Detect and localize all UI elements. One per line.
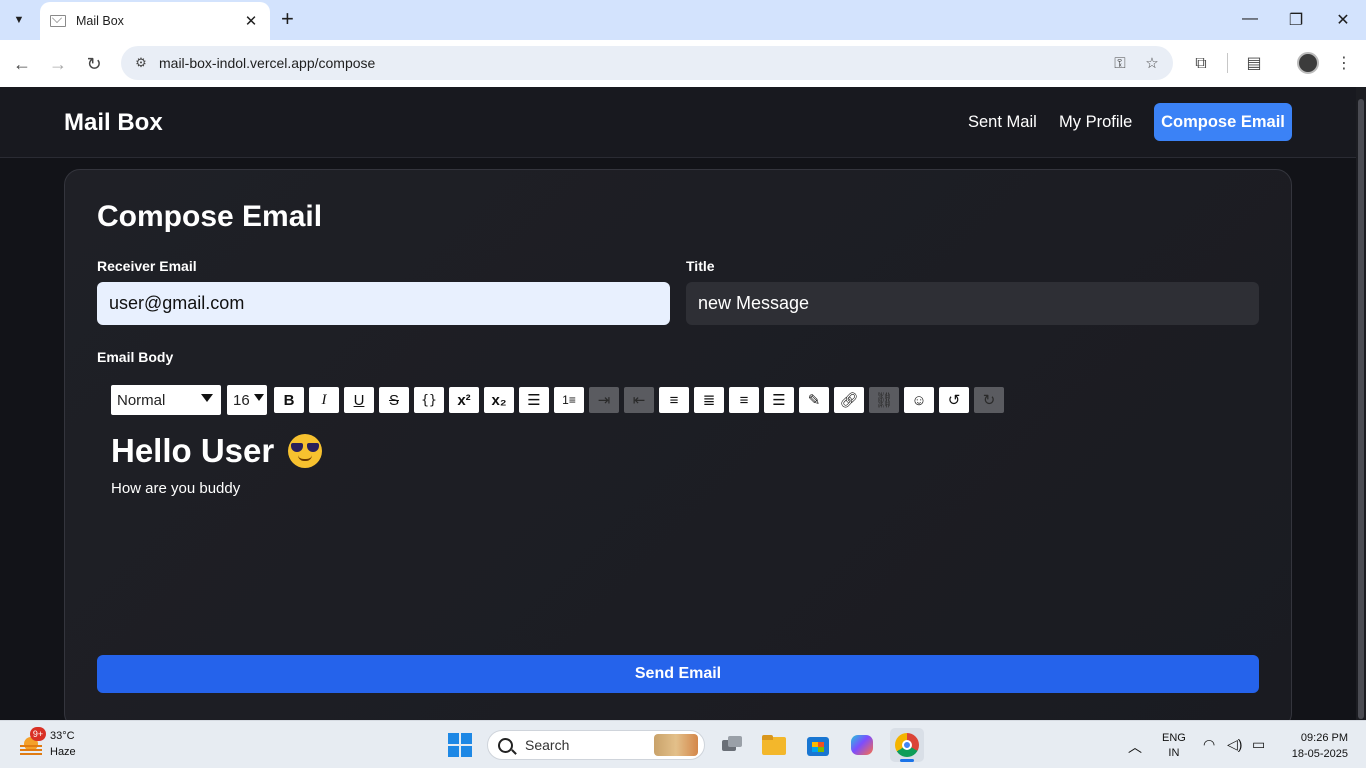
site-info-icon[interactable]: ⚙	[133, 55, 149, 71]
volume-icon[interactable]: ◁)	[1227, 736, 1242, 753]
back-icon[interactable]: ←	[11, 53, 33, 75]
send-email-button[interactable]: Send Email	[97, 655, 1259, 693]
indent-icon[interactable]: ⇥	[589, 387, 619, 413]
brand-logo[interactable]: Mail Box	[64, 109, 163, 137]
receiver-email-label: Receiver Email	[97, 258, 197, 274]
browser-toolbar: ← → ↻ ⚙ mail-box-indol.vercel.app/compos…	[0, 40, 1366, 87]
receiver-email-input[interactable]: user@gmail.com	[97, 282, 670, 325]
weather-badge: 9+	[30, 727, 46, 741]
title-input[interactable]: new Message	[686, 282, 1259, 325]
tab-close-icon[interactable]: ✕	[242, 12, 260, 30]
size-select-value: 16	[233, 391, 250, 409]
file-explorer-icon[interactable]	[759, 730, 789, 760]
align-left-icon[interactable]: ≡	[659, 387, 689, 413]
nav-sent-mail[interactable]: Sent Mail	[968, 113, 1037, 132]
sunglasses-emoji-icon	[288, 434, 323, 468]
clock-date: 18-05-2025	[1291, 748, 1348, 760]
profile-avatar[interactable]	[1297, 52, 1319, 74]
wifi-icon[interactable]: ◠	[1203, 736, 1215, 753]
address-bar[interactable]: ⚙ mail-box-indol.vercel.app/compose ⚿ ☆	[121, 46, 1173, 80]
search-icon	[498, 737, 513, 753]
mail-favicon-icon	[50, 15, 66, 27]
nav-my-profile[interactable]: My Profile	[1059, 113, 1132, 132]
bookmark-star-icon[interactable]: ☆	[1141, 54, 1163, 72]
toolbar-divider	[1227, 53, 1228, 73]
minimize-icon[interactable]: —	[1240, 10, 1260, 28]
size-select[interactable]: 16	[227, 385, 267, 415]
code-block-icon[interactable]: {}	[414, 387, 444, 413]
windows-taskbar: 9+ 33°C Haze Search ︿ ENG IN ◠ ◁) ▭ 09:2…	[0, 720, 1366, 768]
system-clock[interactable]: 09:26 PM 18-05-2025	[1284, 730, 1348, 762]
email-body-label: Email Body	[97, 349, 174, 365]
tab-title: Mail Box	[76, 14, 124, 28]
page-scrollbar-thumb[interactable]	[1358, 99, 1364, 719]
url-text[interactable]: mail-box-indol.vercel.app/compose	[159, 55, 1109, 71]
language-line1: ENG	[1162, 732, 1186, 744]
underline-icon[interactable]: U	[344, 387, 374, 413]
language-indicator[interactable]: ENG IN	[1162, 731, 1186, 761]
menu-kebab-icon[interactable]: ⋮	[1333, 53, 1355, 75]
browser-tab[interactable]: Mail Box ✕	[40, 2, 270, 40]
weather-temperature[interactable]: 33°C	[50, 730, 75, 742]
side-panel-icon[interactable]: ▤	[1243, 53, 1265, 75]
extensions-icon[interactable]: ⧉	[1190, 53, 1212, 75]
chevron-down-icon	[254, 394, 264, 401]
taskbar-search[interactable]: Search	[487, 730, 705, 760]
ordered-list-icon[interactable]: 1≡	[554, 387, 584, 413]
redo-icon[interactable]: ↻	[974, 387, 1004, 413]
reload-icon[interactable]: ↻	[83, 53, 105, 75]
bold-icon[interactable]: B	[274, 387, 304, 413]
chevron-down-icon	[201, 394, 213, 402]
align-center-icon[interactable]: ≣	[694, 387, 724, 413]
clock-time: 09:26 PM	[1300, 732, 1348, 744]
strike-icon[interactable]: S	[379, 387, 409, 413]
compose-email-button[interactable]: Compose Email	[1154, 103, 1292, 141]
password-key-icon[interactable]: ⚿	[1109, 55, 1131, 72]
battery-icon[interactable]: ▭	[1252, 736, 1265, 753]
header-select-value: Normal	[117, 391, 166, 409]
tab-search-icon[interactable]: ▼	[6, 7, 32, 33]
body-text: How are you buddy	[111, 480, 241, 497]
maximize-icon[interactable]: ❐	[1286, 10, 1306, 30]
body-heading-text: Hello User	[111, 432, 275, 469]
align-justify-icon[interactable]: ☰	[764, 387, 794, 413]
tray-chevron-up-icon[interactable]: ︿	[1128, 737, 1142, 757]
taskbar-search-label: Search	[525, 737, 570, 753]
text-color-icon[interactable]: ✎	[799, 387, 829, 413]
microsoft-store-icon[interactable]	[803, 730, 833, 760]
page-title: Compose Email	[97, 200, 323, 233]
editor-toolbar: Normal 16 B I U S {} x² x₂ ☰ 1≡ ⇥ ⇤ ≡ ≣ …	[111, 384, 1009, 416]
weather-condition[interactable]: Haze	[50, 746, 76, 758]
copilot-icon[interactable]	[847, 730, 877, 760]
mailbox-app: Mail Box Sent Mail My Profile Compose Em…	[0, 87, 1366, 720]
undo-icon[interactable]: ↺	[939, 387, 969, 413]
subscript-icon[interactable]: x₂	[484, 387, 514, 413]
app-navbar: Mail Box Sent Mail My Profile Compose Em…	[0, 87, 1356, 158]
windows-start-icon[interactable]	[448, 733, 472, 757]
email-body-editor[interactable]: Hello User How are you buddy	[111, 432, 1251, 632]
italic-icon[interactable]: I	[309, 387, 339, 413]
unlink-icon[interactable]: ⛓︎	[869, 387, 899, 413]
browser-tabstrip: ▼ Mail Box ✕ + — ❐ ✕	[0, 0, 1366, 40]
superscript-icon[interactable]: x²	[449, 387, 479, 413]
align-right-icon[interactable]: ≡	[729, 387, 759, 413]
header-select[interactable]: Normal	[111, 385, 221, 415]
link-icon[interactable]: 🔗︎	[834, 387, 864, 413]
close-window-icon[interactable]: ✕	[1333, 10, 1353, 30]
emoji-icon[interactable]: ☺	[904, 387, 934, 413]
task-view-icon[interactable]	[717, 730, 747, 760]
new-tab-button[interactable]: +	[281, 8, 294, 30]
chrome-icon[interactable]	[890, 728, 924, 762]
compose-card: Compose Email Receiver Email user@gmail.…	[64, 169, 1292, 720]
body-heading: Hello User	[111, 432, 1251, 470]
bullet-list-icon[interactable]: ☰	[519, 387, 549, 413]
language-line2: IN	[1168, 747, 1180, 759]
title-label: Title	[686, 258, 715, 274]
search-highlight-image	[654, 734, 698, 756]
forward-icon[interactable]: →	[47, 53, 69, 75]
outdent-icon[interactable]: ⇤	[624, 387, 654, 413]
